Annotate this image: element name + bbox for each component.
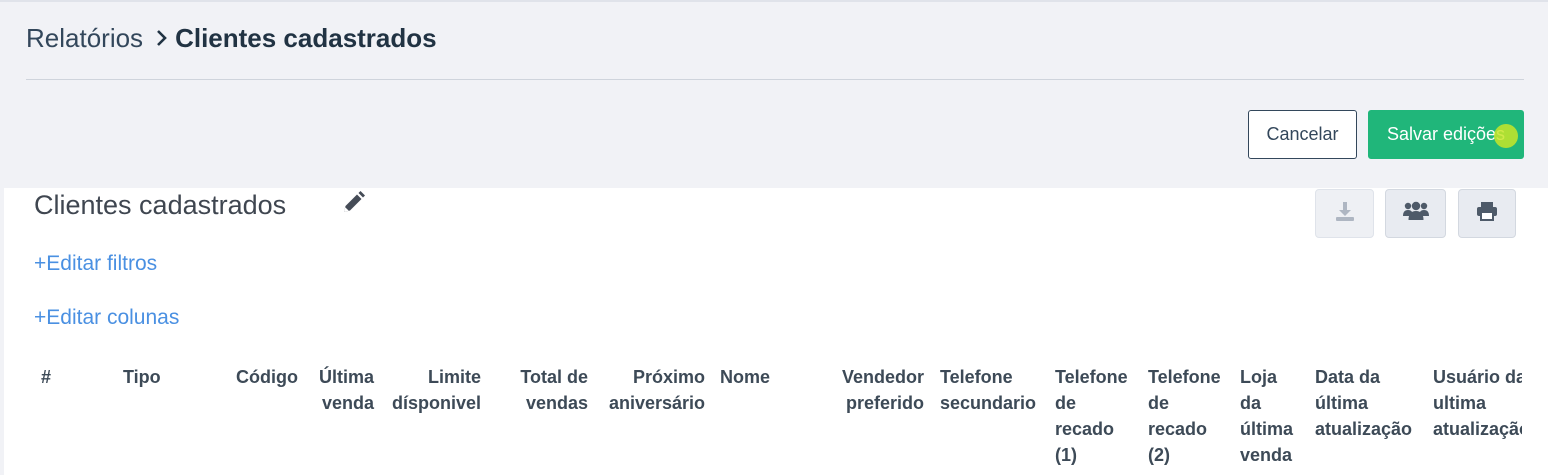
column-header-telefone-recado-1[interactable]: Telefone de recado (1) bbox=[1055, 364, 1128, 468]
top-divider bbox=[0, 0, 1548, 2]
column-header-limite[interactable]: Limite dísponivel bbox=[392, 364, 481, 416]
column-header-data-atualizacao[interactable]: Data da última atualização bbox=[1315, 364, 1412, 442]
cancel-button[interactable]: Cancelar bbox=[1248, 110, 1357, 159]
column-header-telefone-secundario[interactable]: Telefone secundario bbox=[940, 364, 1036, 416]
column-header-nome[interactable]: Nome bbox=[720, 364, 770, 390]
download-button[interactable] bbox=[1315, 189, 1374, 238]
users-icon bbox=[1402, 200, 1429, 227]
edit-columns-link[interactable]: +Editar colunas bbox=[34, 306, 179, 330]
column-header-loja-ultima-venda[interactable]: Loja da última venda bbox=[1240, 364, 1293, 468]
users-button[interactable] bbox=[1385, 189, 1446, 238]
header-divider bbox=[26, 79, 1524, 80]
column-header-usuario-atualizacao[interactable]: Usuário da ultima atualização bbox=[1433, 364, 1522, 442]
column-header-tipo[interactable]: Tipo bbox=[123, 364, 161, 390]
chevron-right-icon bbox=[155, 29, 167, 47]
print-icon bbox=[1476, 201, 1498, 226]
page-title: Clientes cadastrados bbox=[175, 22, 437, 53]
column-header-num[interactable]: # bbox=[41, 364, 51, 390]
download-icon bbox=[1334, 200, 1356, 227]
breadcrumb: Relatórios Clientes cadastrados bbox=[26, 22, 437, 54]
cursor-highlight bbox=[1494, 124, 1518, 148]
column-header-total-vendas[interactable]: Total de vendas bbox=[520, 364, 588, 416]
pencil-icon[interactable] bbox=[340, 190, 366, 216]
column-header-codigo[interactable]: Código bbox=[236, 364, 298, 390]
breadcrumb-parent-link[interactable]: Relatórios bbox=[26, 23, 143, 54]
column-header-telefone-recado-2[interactable]: Telefone de recado (2) bbox=[1148, 364, 1221, 468]
column-header-ultima-venda[interactable]: Última venda bbox=[319, 364, 374, 416]
report-title: Clientes cadastrados bbox=[34, 190, 287, 220]
report-card: Clientes cadastrados +Editar filtros +Ed… bbox=[4, 188, 1548, 475]
print-button[interactable] bbox=[1458, 189, 1516, 238]
column-header-proximo-aniversario[interactable]: Próximo aniversário bbox=[609, 364, 705, 416]
edit-filters-link[interactable]: +Editar filtros bbox=[34, 252, 157, 276]
column-header-vendedor[interactable]: Vendedor preferido bbox=[842, 364, 924, 416]
